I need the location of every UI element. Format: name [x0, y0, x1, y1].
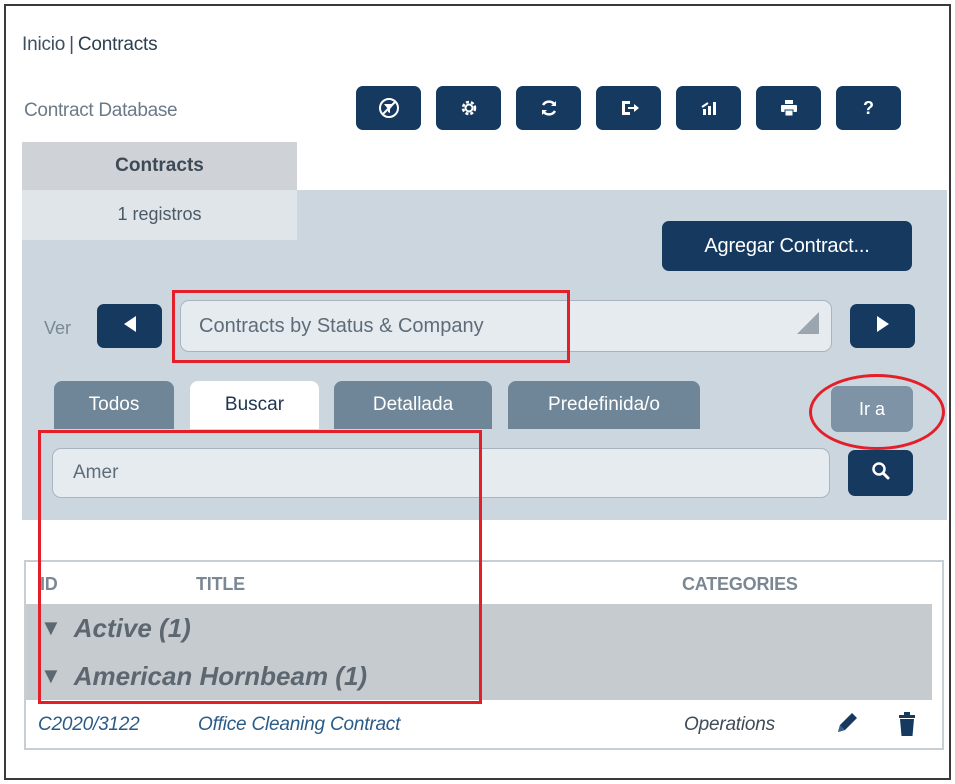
print-icon: [778, 97, 800, 119]
report-button[interactable]: [676, 86, 741, 130]
view-label: Ver: [44, 318, 72, 338]
search-icon: [871, 461, 891, 486]
export-button[interactable]: [596, 86, 661, 130]
tab-detailed[interactable]: Detallada: [334, 381, 492, 429]
next-view-button[interactable]: [850, 304, 915, 348]
goto-button[interactable]: Ir a: [831, 386, 913, 432]
refresh-icon: [538, 97, 560, 119]
toolbar: ?: [356, 86, 901, 130]
tab-search[interactable]: Buscar: [190, 381, 319, 429]
breadcrumb-home-link[interactable]: Inicio: [22, 34, 65, 55]
print-button[interactable]: [756, 86, 821, 130]
view-select-value: Contracts by Status & Company: [199, 314, 484, 337]
collapse-triangle-icon: ▼: [40, 615, 62, 640]
column-header-title[interactable]: TITLE: [196, 574, 245, 595]
group-label: American Hornbeam (1): [73, 660, 368, 691]
help-icon: ?: [863, 97, 874, 118]
record-count: 1 registros: [22, 190, 297, 240]
settings-icon: [458, 97, 480, 119]
group-label: Active (1): [73, 612, 191, 643]
tab-predefined[interactable]: Predefinida/o: [508, 381, 700, 429]
clear-filter-button[interactable]: [356, 86, 421, 130]
cell-title[interactable]: Office Cleaning Contract: [198, 714, 400, 736]
edit-pencil-icon[interactable]: [834, 710, 860, 741]
refresh-button[interactable]: [516, 86, 581, 130]
delete-trash-icon[interactable]: [896, 710, 918, 743]
cell-categories: Operations: [684, 714, 775, 735]
table-row[interactable]: C2020/3122 Office Cleaning Contract Oper…: [26, 702, 942, 748]
no-filter-icon: [378, 97, 400, 119]
export-icon: [618, 97, 640, 119]
report-icon: [698, 97, 720, 119]
column-header-categories[interactable]: CATEGORIES: [682, 574, 798, 595]
triangle-right-icon: [875, 315, 891, 338]
cell-id[interactable]: C2020/3122: [38, 714, 140, 736]
results-table: ID TITLE CATEGORIES ▼ Active (1) ▼ Ameri…: [24, 560, 944, 750]
previous-view-button[interactable]: [97, 304, 162, 348]
breadcrumb-current: Contracts: [77, 34, 158, 55]
group-row[interactable]: ▼ Active (1): [26, 604, 932, 652]
dropdown-caret-icon: [795, 310, 821, 342]
column-header-id[interactable]: ID: [40, 574, 58, 595]
breadcrumb-separator: |: [69, 34, 74, 55]
search-input[interactable]: [52, 448, 830, 498]
triangle-left-icon: [122, 315, 138, 338]
settings-button[interactable]: [436, 86, 501, 130]
database-title: Contract Database: [24, 100, 178, 121]
group-row[interactable]: ▼ American Hornbeam (1): [26, 652, 932, 700]
breadcrumb: Inicio | Contracts: [22, 34, 158, 56]
help-button[interactable]: ?: [836, 86, 901, 130]
view-select[interactable]: Contracts by Status & Company: [180, 300, 832, 352]
tab-contracts[interactable]: Contracts: [22, 142, 297, 190]
search-button[interactable]: [848, 450, 913, 496]
add-contract-button[interactable]: Agregar Contract...: [662, 221, 912, 271]
tab-all[interactable]: Todos: [54, 381, 174, 429]
collapse-triangle-icon: ▼: [40, 663, 62, 688]
